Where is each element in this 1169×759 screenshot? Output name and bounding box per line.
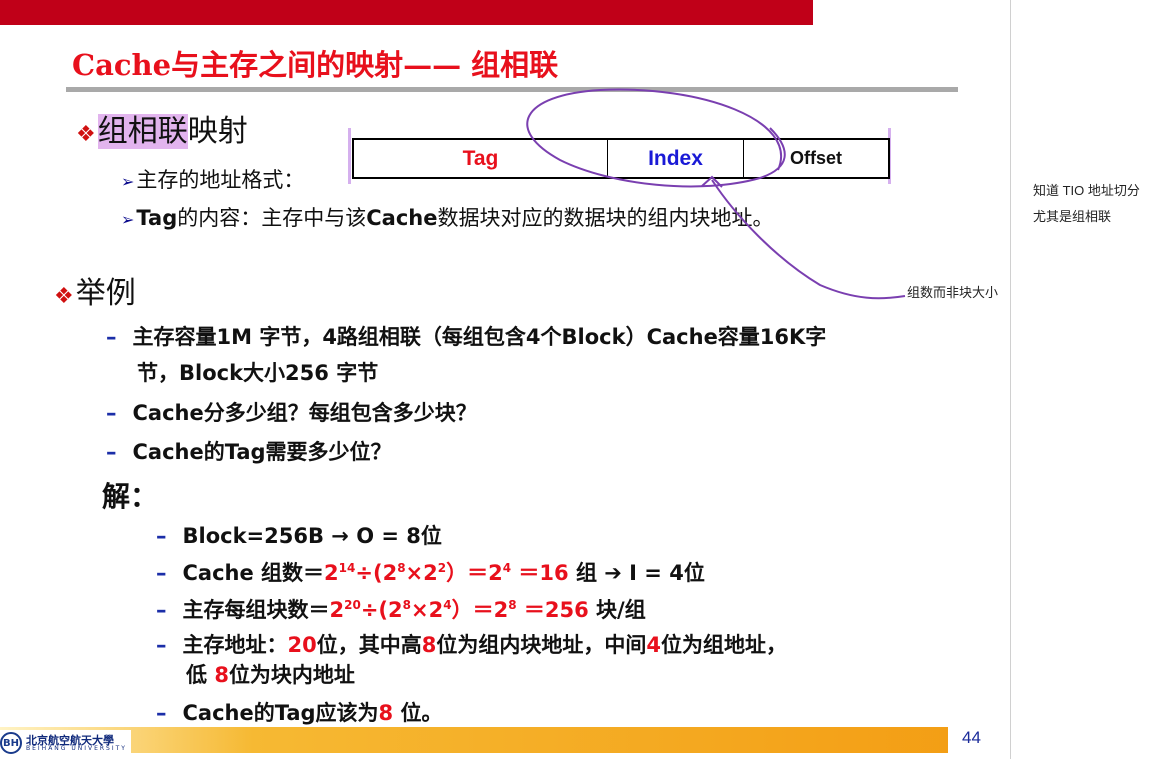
slide: Cache与主存之间的映射—— 组相联 ❖组相联映射 ➢主存的地址格式： ➢Ta… — [0, 0, 1010, 759]
handwritten-note: 组数而非块大小 — [907, 285, 999, 300]
page-number: 44 — [962, 728, 981, 747]
notes-panel-divider — [1010, 0, 1011, 759]
side-note-line-1: 知道 TIO 地址切分 — [1033, 183, 1140, 198]
university-seal-icon: BH — [0, 732, 22, 754]
footer-bar — [0, 727, 1010, 753]
university-logo: BH 北京航空航天大學 BEIHANG UNIVERSITY — [0, 730, 131, 756]
ink-ellipse — [526, 88, 786, 188]
handwritten-ink-annotation — [526, 88, 906, 300]
ink-arrow-line — [711, 179, 906, 300]
side-note-line-2: 尤其是组相联 — [1033, 209, 1112, 224]
